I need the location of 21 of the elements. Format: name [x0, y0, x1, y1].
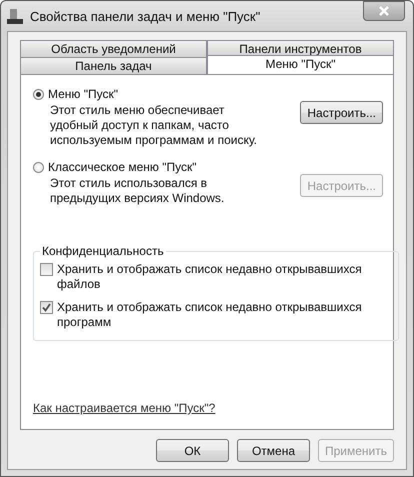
checkbox-label[interactable]: Хранить и отображать список недавно открывавшихся файлов [57, 262, 392, 292]
radio-label[interactable]: Классическое меню "Пуск" [48, 160, 197, 174]
customize-button[interactable]: Настроить... [300, 101, 383, 124]
dialog-button[interactable]: Отмена [236, 439, 310, 462]
window-title: Свойства панели задач и меню "Пуск" [30, 8, 262, 24]
tab[interactable]: Панель задач [20, 57, 207, 74]
tab[interactable]: Область уведомлений [20, 40, 207, 57]
tab[interactable]: Меню "Пуск" [207, 55, 394, 74]
checkbox[interactable] [40, 263, 53, 276]
help-link[interactable]: Как настраивается меню "Пуск"? [33, 401, 216, 415]
window-icon [7, 8, 23, 24]
checkbox-label[interactable]: Хранить и отображать список недавно открывавшихся программ [57, 300, 392, 330]
option-description: Этот стиль меню обеспечивает удобный доступ к папкам, часто используемым программам и поиску. [50, 103, 258, 148]
radio-button[interactable] [33, 162, 44, 172]
checkbox[interactable] [40, 301, 53, 314]
dialog-button[interactable]: ОК [156, 439, 229, 462]
close-icon[interactable] [363, 1, 405, 21]
group-title: Конфиденциальность [41, 244, 165, 258]
option-description: Этот стиль использовался в предыдущих версиях Windows. [50, 176, 226, 206]
radio-label[interactable]: Меню "Пуск" [48, 87, 118, 101]
radio-button[interactable] [33, 88, 44, 100]
